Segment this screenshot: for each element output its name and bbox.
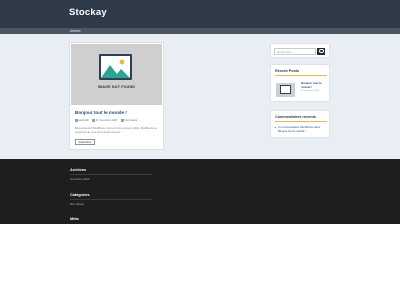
post-card: IMAGE NOT FOUND Bonjour tout le monde ! …: [69, 42, 164, 150]
search-button[interactable]: [317, 47, 325, 55]
content-area: [0, 34, 400, 160]
post-category[interactable]: Non classé: [125, 119, 138, 122]
recent-posts-widget: Recent Posts Bonjour tout le monde ! 27 …: [270, 64, 330, 102]
folder-icon: [121, 119, 124, 122]
footer-categories-title: Catégories: [70, 193, 90, 197]
widget-divider: [275, 75, 327, 76]
footer: Archives novembre 2023 Catégories Non cl…: [0, 159, 400, 224]
post-meta: admin99 27 novembre 2023 Non classé: [75, 119, 140, 122]
post-title[interactable]: Bonjour tout le monde !: [75, 110, 127, 115]
search-widget: Rechercher…: [270, 43, 330, 58]
search-input[interactable]: Rechercher…: [274, 47, 316, 55]
read-more-button[interactable]: Read More: [75, 139, 95, 145]
footer-archives-title: Archives: [70, 168, 87, 172]
footer-archives-item[interactable]: novembre 2023: [70, 177, 89, 181]
post-thumbnail[interactable]: IMAGE NOT FOUND: [71, 44, 162, 105]
post-author[interactable]: admin99: [79, 119, 89, 122]
recent-posts-title: Recent Posts: [275, 69, 300, 73]
recent-post-thumbnail[interactable]: [276, 83, 295, 97]
recent-post-date: 27 novembre 2023: [301, 90, 320, 92]
recent-comments-title: Commentaires récents: [275, 115, 316, 119]
user-icon: [75, 119, 78, 122]
page-blank-area: [0, 224, 400, 300]
image-placeholder-icon: [280, 85, 291, 94]
clock-icon: [92, 119, 95, 122]
footer-categories-item[interactable]: Non classé: [70, 202, 84, 206]
site-title[interactable]: Stockay: [69, 7, 107, 18]
recent-comments-widget: Commentaires récents Un commentateur Wor…: [270, 110, 330, 138]
image-placeholder-icon: [99, 54, 132, 80]
image-not-found-label: IMAGE NOT FOUND: [97, 85, 136, 89]
post-date[interactable]: 27 novembre 2023: [96, 119, 118, 122]
footer-meta-title: Méta: [70, 217, 79, 221]
bullet-icon: [275, 127, 277, 129]
recent-comment-link[interactable]: Un commentateur WordPress dans Bonjour t…: [278, 126, 326, 134]
site-header: Stockay: [0, 0, 400, 28]
post-excerpt: Bienvenue sur WordPress. Ceci est votre …: [75, 127, 158, 134]
widget-divider: [275, 121, 327, 122]
menu-item-articles[interactable]: Articles: [70, 29, 80, 33]
recent-post-link[interactable]: Bonjour tout le monde !: [301, 81, 327, 89]
